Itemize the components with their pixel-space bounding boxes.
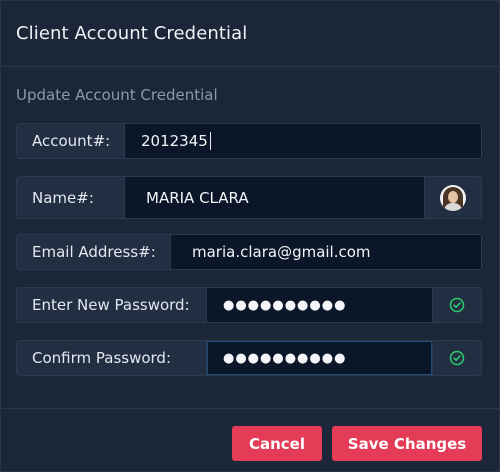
confirm-password-label: Confirm Password: [17,341,207,375]
check-circle-icon [449,350,465,366]
avatar-addon [424,177,481,218]
confirm-password-input[interactable]: ●●●●●●●●●● [207,341,432,375]
dialog-title: Client Account Credential [16,23,248,44]
confirm-password-value: ●●●●●●●●●● [223,350,347,366]
save-changes-button[interactable]: Save Changes [332,426,482,461]
account-input[interactable]: 2012345 [125,124,481,158]
new-password-value: ●●●●●●●●●● [223,297,347,313]
email-value: maria.clara@gmail.com [192,243,371,261]
account-label: Account#: [17,124,125,158]
dialog-header: Client Account Credential [1,1,499,67]
email-row: Email Address#: maria.clara@gmail.com [16,234,482,270]
dialog-footer-divider [1,408,500,409]
name-value: MARIA CLARA [146,188,249,207]
new-password-label: Enter New Password: [17,288,207,322]
email-label: Email Address#: [17,235,171,269]
check-circle-icon [449,297,465,313]
text-caret [209,132,211,150]
new-password-input[interactable]: ●●●●●●●●●● [207,288,432,322]
name-label: Name#: [17,177,125,218]
avatar [440,184,466,211]
email-input[interactable]: maria.clara@gmail.com [171,235,481,269]
new-password-row: Enter New Password: ●●●●●●●●●● [16,287,482,323]
credential-dialog: Client Account Credential Update Account… [0,0,500,472]
confirm-password-row: Confirm Password: ●●●●●●●●●● [16,340,482,376]
cancel-button[interactable]: Cancel [232,426,322,461]
account-value: 2012345 [141,132,208,150]
name-row: Name#: MARIA CLARA [16,176,482,219]
account-row: Account#: 2012345 [16,123,482,159]
confirm-password-status [432,341,481,375]
section-subtitle: Update Account Credential [16,86,218,104]
name-input[interactable]: MARIA CLARA [125,177,424,218]
new-password-status [432,288,481,322]
